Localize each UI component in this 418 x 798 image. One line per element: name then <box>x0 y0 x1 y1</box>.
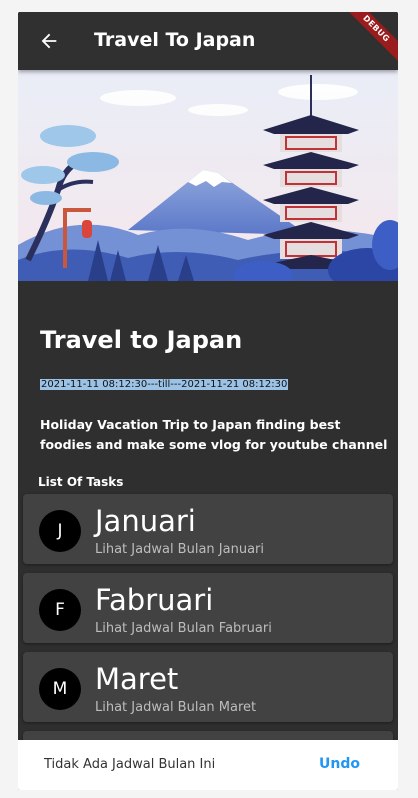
avatar: M <box>39 668 81 710</box>
trip-description: Holiday Vacation Trip to Japan finding b… <box>40 417 388 452</box>
task-title: Januari <box>95 504 196 538</box>
trip-title: Travel to Japan <box>40 326 243 354</box>
task-list-label: List Of Tasks <box>38 475 124 489</box>
japan-hero-illustration <box>18 70 398 281</box>
page-title: Travel To Japan <box>94 29 256 51</box>
debug-banner: DEBUG <box>338 12 398 72</box>
debug-banner-label: DEBUG <box>338 12 398 70</box>
task-subtitle: Lihat Jadwal Bulan Maret <box>95 700 257 715</box>
snackbar: Tidak Ada Jadwal Bulan Ini Undo <box>18 740 398 790</box>
task-card[interactable]: M Maret Lihat Jadwal Bulan Maret <box>23 652 393 722</box>
avatar: F <box>39 589 81 631</box>
task-subtitle: Lihat Jadwal Bulan Fabruari <box>95 621 272 636</box>
task-subtitle: Lihat Jadwal Bulan Januari <box>95 542 264 557</box>
snackbar-message: Tidak Ada Jadwal Bulan Ini <box>44 757 216 772</box>
task-card[interactable]: F Fabruari Lihat Jadwal Bulan Fabruari <box>23 573 393 643</box>
trip-date-range: 2021-11-11 08:12:30---till---2021-11-21 … <box>40 379 289 390</box>
app-screen: Travel To Japan DEBUG Travel to Japan 20… <box>18 12 398 790</box>
arrow-back-icon[interactable] <box>38 30 60 52</box>
task-card[interactable]: J Januari Lihat Jadwal Bulan Januari <box>23 494 393 564</box>
task-title: Maret <box>95 662 179 696</box>
undo-button[interactable]: Undo <box>319 756 360 772</box>
task-title: Fabruari <box>95 583 214 617</box>
avatar: J <box>39 510 81 552</box>
